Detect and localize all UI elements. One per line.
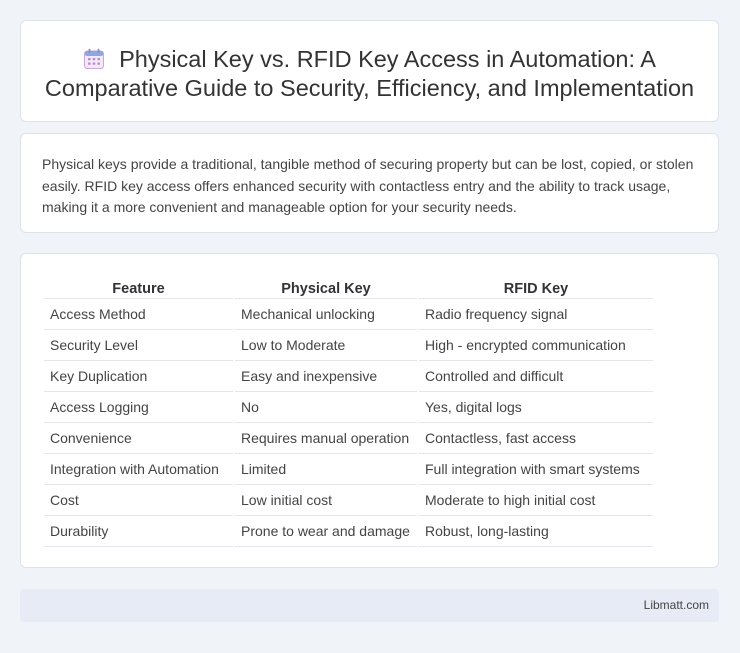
column-header-feature: Feature xyxy=(44,275,233,299)
feature-cell: Convenience xyxy=(44,423,233,454)
feature-cell: Integration with Automation xyxy=(44,454,233,485)
summary-card: Physical keys provide a traditional, tan… xyxy=(20,133,719,233)
table-row: Key Duplication Easy and inexpensive Con… xyxy=(44,361,653,392)
table-header-row: Feature Physical Key RFID Key xyxy=(44,275,653,299)
calendar-icon xyxy=(84,48,105,69)
title-card: Physical Key vs. RFID Key Access in Auto… xyxy=(20,20,719,122)
column-header-rfid-key: RFID Key xyxy=(419,275,653,299)
feature-cell: Key Duplication xyxy=(44,361,233,392)
rfid-key-cell: Full integration with smart systems xyxy=(419,454,653,485)
column-header-physical-key: Physical Key xyxy=(235,275,417,299)
table-row: Convenience Requires manual operation Co… xyxy=(44,423,653,454)
footer-brand: Libmatt.com xyxy=(643,598,709,612)
page-title: Physical Key vs. RFID Key Access in Auto… xyxy=(21,45,718,103)
rfid-key-cell: High - encrypted communication xyxy=(419,330,653,361)
rfid-key-cell: Robust, long-lasting xyxy=(419,516,653,547)
physical-key-cell: Requires manual operation xyxy=(235,423,417,454)
table-row: Access Logging No Yes, digital logs xyxy=(44,392,653,423)
table-row: Security Level Low to Moderate High - en… xyxy=(44,330,653,361)
table-row: Access Method Mechanical unlocking Radio… xyxy=(44,299,653,330)
summary-text: Physical keys provide a traditional, tan… xyxy=(42,156,694,215)
feature-cell: Access Method xyxy=(44,299,233,330)
physical-key-cell: Mechanical unlocking xyxy=(235,299,417,330)
physical-key-cell: No xyxy=(235,392,417,423)
rfid-key-cell: Yes, digital logs xyxy=(419,392,653,423)
page-title-text: Physical Key vs. RFID Key Access in Auto… xyxy=(44,46,695,101)
comparison-table: Feature Physical Key RFID Key Access Met… xyxy=(42,275,655,547)
comparison-table-card: Feature Physical Key RFID Key Access Met… xyxy=(20,253,719,568)
feature-cell: Durability xyxy=(44,516,233,547)
table-row: Cost Low initial cost Moderate to high i… xyxy=(44,485,653,516)
table-row: Integration with Automation Limited Full… xyxy=(44,454,653,485)
rfid-key-cell: Radio frequency signal xyxy=(419,299,653,330)
feature-cell: Cost xyxy=(44,485,233,516)
physical-key-cell: Prone to wear and damage xyxy=(235,516,417,547)
feature-cell: Security Level xyxy=(44,330,233,361)
table-row: Durability Prone to wear and damage Robu… xyxy=(44,516,653,547)
footer-bar: Libmatt.com xyxy=(20,589,719,622)
physical-key-cell: Easy and inexpensive xyxy=(235,361,417,392)
rfid-key-cell: Controlled and difficult xyxy=(419,361,653,392)
physical-key-cell: Low to Moderate xyxy=(235,330,417,361)
feature-cell: Access Logging xyxy=(44,392,233,423)
rfid-key-cell: Moderate to high initial cost xyxy=(419,485,653,516)
physical-key-cell: Low initial cost xyxy=(235,485,417,516)
rfid-key-cell: Contactless, fast access xyxy=(419,423,653,454)
physical-key-cell: Limited xyxy=(235,454,417,485)
